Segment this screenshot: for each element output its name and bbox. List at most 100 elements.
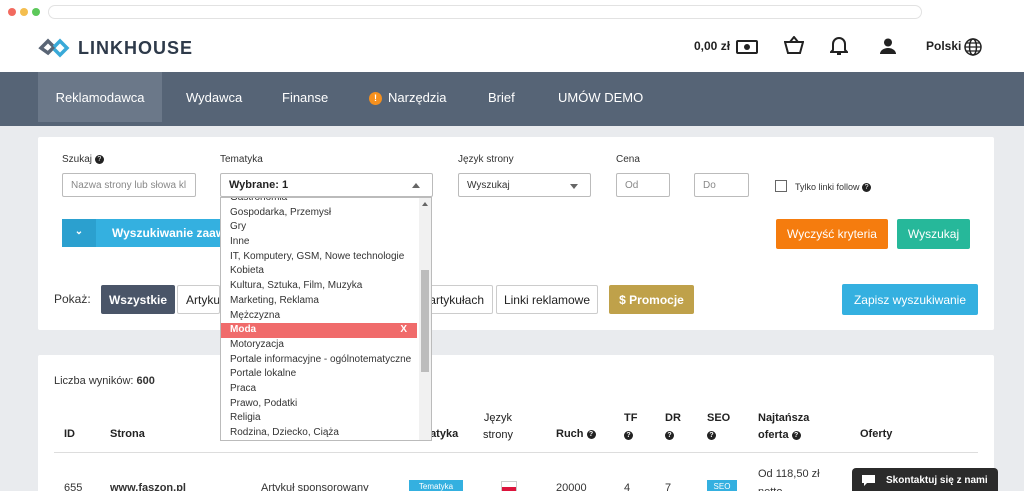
topic-option-label: Moda (230, 324, 257, 336)
topic-option[interactable]: Rodzina, Dziecko, Ciąża (221, 426, 431, 440)
col-site[interactable]: Strona (110, 428, 145, 440)
col-language[interactable]: Język strony (483, 410, 513, 444)
topic-option[interactable]: Kobieta (221, 264, 431, 279)
topic-dropdown-list: Gastronomia Gospodarka, Przemysł Gry Inn… (220, 197, 432, 441)
row-site[interactable]: www.faszon.pl (110, 482, 186, 491)
scroll-up-icon[interactable] (422, 202, 428, 206)
row-tf: 4 (624, 482, 631, 491)
price-from-input[interactable]: Od (616, 173, 670, 197)
topic-select[interactable]: Wybrane: 1 (220, 173, 433, 197)
col-offers[interactable]: Oferty (860, 428, 892, 440)
chat-bubble-icon (862, 474, 875, 486)
nav-label: Finanse (282, 90, 329, 105)
topic-option[interactable]: Inne (221, 235, 431, 250)
language-label: Język strony (458, 154, 514, 165)
language-select[interactable]: Wyszukaj (458, 173, 591, 197)
row-traffic: 20000 (556, 482, 587, 491)
topic-option[interactable]: Kultura, Sztuka, Film, Muzyka (221, 279, 431, 294)
nav-label: Narzędzia (388, 90, 447, 105)
tab-articles[interactable]: Artykuł (177, 285, 220, 314)
close-window-dot[interactable] (8, 8, 16, 16)
maximize-window-dot[interactable] (32, 8, 40, 16)
table-divider (54, 452, 978, 453)
col-traffic[interactable]: Ruch ? (556, 428, 596, 440)
chevron-down-icon: ⌄ (62, 219, 96, 247)
main-nav: Reklamodawca Wydawca Finanse ! Narzędzia … (0, 72, 1024, 126)
help-icon[interactable]: ? (94, 154, 104, 164)
topic-option[interactable]: Prawo, Podatki (221, 397, 431, 412)
clear-criteria-button[interactable]: Wyczyść kryteria (776, 219, 888, 249)
topic-label: Tematyka (220, 154, 263, 165)
results-panel (38, 355, 994, 491)
topic-option-selected[interactable]: Moda X (221, 323, 417, 338)
search-button[interactable]: Wyszukaj (897, 219, 970, 249)
results-count: Liczba wyników: 600 (54, 375, 155, 387)
topic-option[interactable]: Gry (221, 220, 431, 235)
col-dr[interactable]: DR? (665, 410, 681, 444)
dropdown-scrollbar-track[interactable] (419, 198, 431, 440)
bell-icon[interactable] (830, 36, 848, 56)
tab-articles-label: Artykuł (186, 292, 220, 307)
globe-icon[interactable] (964, 38, 982, 56)
search-input[interactable]: Nazwa strony lub słowa kl (62, 173, 196, 197)
site-header: LINKHOUSE 0,00 zł Polski (0, 24, 1024, 72)
col-cheapest[interactable]: Najtańsza oferta ? (758, 410, 809, 444)
save-search-button[interactable]: Zapisz wyszukiwanie (842, 284, 978, 315)
money-icon[interactable] (736, 40, 758, 54)
col-seo[interactable]: SEO? (707, 410, 730, 444)
language-select-value: Wyszukaj (467, 179, 510, 191)
logo[interactable]: LINKHOUSE (38, 35, 193, 61)
contact-button[interactable]: Skontaktuj się z nami (852, 468, 998, 491)
nav-finanse[interactable]: Finanse (282, 72, 328, 122)
nav-label: Reklamodawca (55, 90, 145, 105)
help-icon[interactable]: ? (665, 430, 674, 440)
topic-option[interactable]: Gastronomia (221, 198, 431, 206)
minimize-window-dot[interactable] (20, 8, 28, 16)
topic-option[interactable]: Motoryzacja (221, 338, 431, 353)
topic-option[interactable]: Marketing, Reklama (221, 294, 431, 309)
topic-option[interactable]: Religia (221, 411, 431, 426)
nav-brief[interactable]: Brief (488, 72, 515, 122)
promotions-button[interactable]: $ Promocje (609, 285, 694, 314)
flag-icon (501, 481, 517, 491)
user-icon[interactable] (880, 38, 896, 54)
nav-narzedzia[interactable]: ! Narzędzia (369, 72, 447, 122)
remove-selection-icon[interactable]: X (400, 323, 407, 338)
search-label: Szukaj ? (62, 154, 104, 165)
topic-option[interactable]: Gospodarka, Przemysł (221, 206, 431, 221)
help-icon[interactable]: ? (707, 430, 716, 440)
seo-badge[interactable]: SEO (707, 480, 737, 491)
help-icon[interactable]: ? (586, 429, 596, 439)
tab-ad-links[interactable]: Linki reklamowe (496, 285, 598, 314)
nav-label: Wydawca (186, 90, 243, 105)
url-bar[interactable] (48, 5, 922, 19)
tab-all[interactable]: Wszystkie (101, 285, 175, 314)
topic-option[interactable]: Mężczyzna (221, 309, 431, 324)
price-to-input[interactable]: Do (694, 173, 749, 197)
price-label: Cena (616, 154, 640, 165)
nav-umow-demo[interactable]: UMÓW DEMO (558, 72, 643, 122)
nav-wydawca[interactable]: Wydawca (186, 72, 242, 122)
follow-label: Tylko linki follow ? (795, 182, 872, 193)
language-selector[interactable]: Polski (926, 39, 961, 53)
help-icon[interactable]: ? (862, 183, 872, 193)
help-icon[interactable]: ? (624, 430, 633, 440)
topic-badge[interactable]: Tematyka (409, 480, 463, 491)
col-tf[interactable]: TF? (624, 410, 637, 444)
follow-checkbox[interactable] (775, 180, 787, 192)
warning-icon: ! (369, 92, 382, 106)
basket-icon[interactable] (784, 36, 804, 54)
nav-reklamodawca[interactable]: Reklamodawca (38, 72, 162, 122)
nav-label: Brief (488, 90, 515, 105)
topic-option[interactable]: Praca (221, 382, 431, 397)
help-icon[interactable]: ? (791, 430, 801, 440)
chevron-up-icon (412, 183, 420, 188)
col-id[interactable]: ID (64, 428, 75, 440)
topic-option[interactable]: Portale informacyjne - ogólnotematyczne (221, 353, 431, 368)
topic-option[interactable]: Portale lokalne (221, 367, 431, 382)
balance: 0,00 zł (694, 39, 731, 53)
row-price: Od 118,50 złnetto (758, 468, 820, 491)
show-label: Pokaż: (54, 292, 91, 306)
topic-option[interactable]: IT, Komputery, GSM, Nowe technologie (221, 250, 431, 265)
dropdown-scrollbar-thumb[interactable] (421, 270, 429, 372)
